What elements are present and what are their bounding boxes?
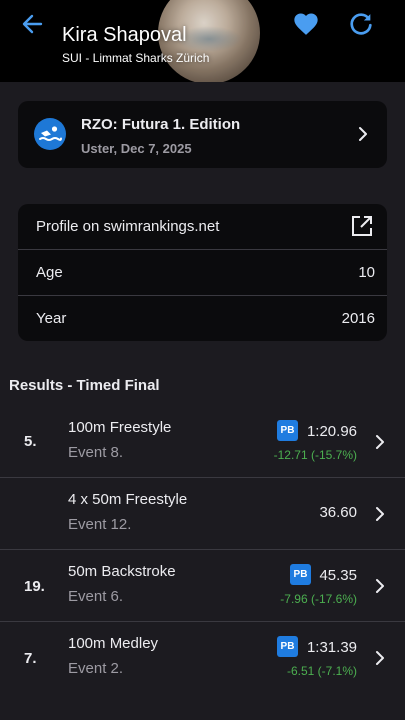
age-row: Age 10	[18, 250, 387, 295]
refresh-icon	[350, 13, 372, 35]
profile-link-label: Profile on swimrankings.net	[36, 218, 220, 235]
result-event-name: 100m Medley	[68, 635, 159, 652]
result-improvement: -7.96 (-17.6%)	[280, 592, 357, 606]
age-value: 10	[358, 264, 375, 281]
result-event-number: Event 2.	[68, 660, 124, 677]
year-label: Year	[36, 310, 67, 327]
meet-title: RZO: Futura 1. Edition	[81, 116, 241, 133]
result-event-name: 50m Backstroke	[68, 563, 176, 580]
result-event-number: Event 6.	[68, 588, 124, 605]
athlete-name: Kira Shapoval	[62, 24, 187, 46]
pb-badge: PB	[290, 564, 311, 585]
age-label: Age	[36, 264, 63, 281]
athlete-info-card: Profile on swimrankings.net Age 10 Year …	[18, 204, 387, 341]
result-event-name: 100m Freestyle	[68, 419, 172, 436]
result-time: 1:31.39	[306, 639, 357, 656]
favorite-button[interactable]	[292, 10, 320, 38]
result-rank: 7.	[24, 650, 37, 667]
result-time: 1:20.96	[306, 423, 357, 440]
result-row[interactable]: 5. 100m Freestyle Event 8. PB 1:20.96 -1…	[0, 406, 405, 478]
year-value: 2016	[341, 310, 375, 327]
athlete-club: SUI - Limmat Sharks Zürich	[62, 51, 210, 65]
arrow-left-icon	[22, 14, 43, 34]
result-improvement: -6.51 (-7.1%)	[286, 664, 357, 678]
year-row: Year 2016	[18, 296, 387, 341]
app-header: Kira Shapoval SUI - Limmat Sharks Zürich	[0, 0, 405, 82]
pb-badge: PB	[277, 420, 298, 441]
refresh-button[interactable]	[347, 10, 375, 38]
result-row[interactable]: 4 x 50m Freestyle Event 12. 36.60	[0, 478, 405, 550]
result-row[interactable]: 19. 50m Backstroke Event 6. PB 45.35 -7.…	[0, 550, 405, 622]
result-event-name: 4 x 50m Freestyle	[68, 491, 188, 508]
result-time: 36.60	[319, 504, 357, 521]
results-section-title: Results - Timed Final	[9, 377, 160, 394]
open-external-icon	[350, 214, 374, 238]
result-event-number: Event 8.	[68, 444, 124, 461]
heart-icon	[294, 13, 318, 35]
chevron-right-icon	[373, 577, 387, 595]
back-button[interactable]	[18, 10, 46, 38]
profile-link-row[interactable]: Profile on swimrankings.net	[18, 204, 387, 249]
pb-badge: PB	[277, 636, 298, 657]
swimmer-icon	[34, 118, 66, 150]
chevron-right-icon	[373, 433, 387, 451]
chevron-right-icon	[356, 125, 370, 143]
result-time: 45.35	[319, 567, 357, 584]
result-rank: 5.	[24, 433, 37, 450]
result-event-number: Event 12.	[68, 516, 132, 533]
chevron-right-icon	[373, 649, 387, 667]
result-improvement: -12.71 (-15.7%)	[273, 448, 357, 462]
chevron-right-icon	[373, 505, 387, 523]
result-rank: 19.	[24, 578, 45, 595]
meet-location-date: Uster, Dec 7, 2025	[81, 141, 192, 156]
result-row[interactable]: 7. 100m Medley Event 2. PB 1:31.39 -6.51…	[0, 622, 405, 694]
meet-card[interactable]: RZO: Futura 1. Edition Uster, Dec 7, 202…	[18, 101, 387, 168]
